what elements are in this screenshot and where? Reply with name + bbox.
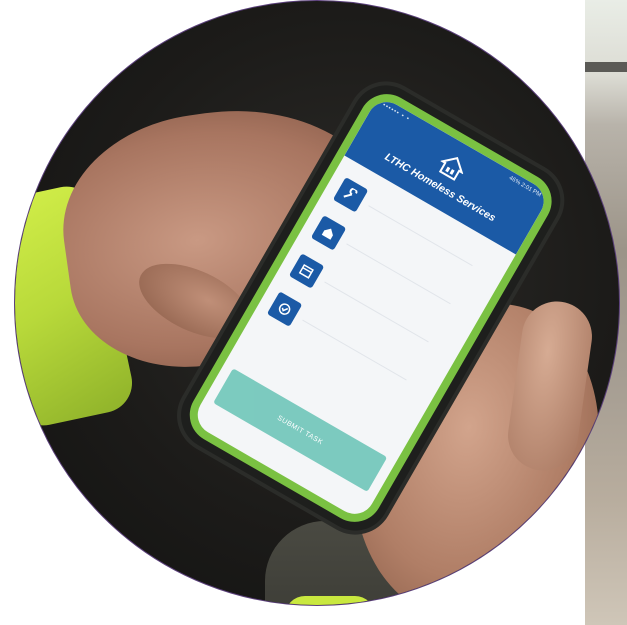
submit-task-button[interactable]: SUBMIT TASK xyxy=(213,368,388,492)
check-circle-icon[interactable] xyxy=(266,291,303,327)
task-row-divider xyxy=(346,243,451,305)
wrench-icon[interactable] xyxy=(332,177,369,213)
jacket-sleeve-bottom xyxy=(285,596,375,605)
task-row-divider xyxy=(302,319,407,381)
circular-photo: ▪▪▪▪▪▪ ▪ ▪ 46% 2:01 PM LTHC Homeless Ser… xyxy=(14,0,620,606)
calendar-icon[interactable] xyxy=(288,253,325,289)
window-frame xyxy=(585,62,627,72)
house-logo-icon xyxy=(438,157,464,181)
home-icon[interactable] xyxy=(310,215,347,251)
task-row-divider xyxy=(324,281,429,343)
